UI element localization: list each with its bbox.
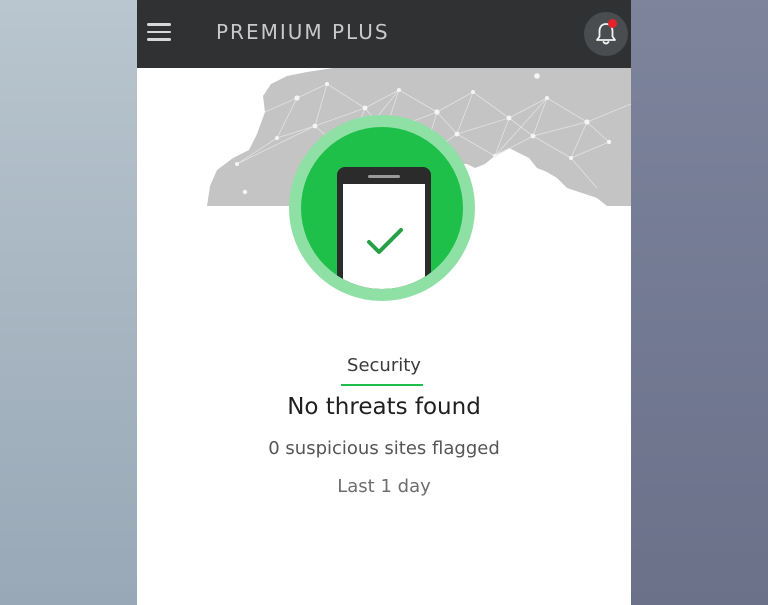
category-underline (341, 384, 423, 386)
checkmark-icon (367, 228, 403, 254)
background-left (0, 0, 138, 605)
status-detail: 0 suspicious sites flagged (268, 438, 500, 459)
phone-check-icon (337, 167, 431, 289)
notification-dot (608, 19, 617, 28)
category-label: Security (347, 355, 421, 376)
hamburger-menu-icon[interactable] (147, 19, 173, 45)
app-title: PREMIUM PLUS (216, 20, 390, 44)
background-right (630, 0, 768, 605)
app-screen: PREMIUM PLUS Security No threats found 0… (137, 0, 631, 605)
status-badge-fill (301, 127, 463, 289)
notifications-button[interactable] (584, 12, 628, 56)
app-bar: PREMIUM PLUS (137, 0, 631, 68)
status-period: Last 1 day (337, 476, 431, 497)
status-title: No threats found (287, 394, 481, 420)
status-badge (289, 115, 475, 301)
